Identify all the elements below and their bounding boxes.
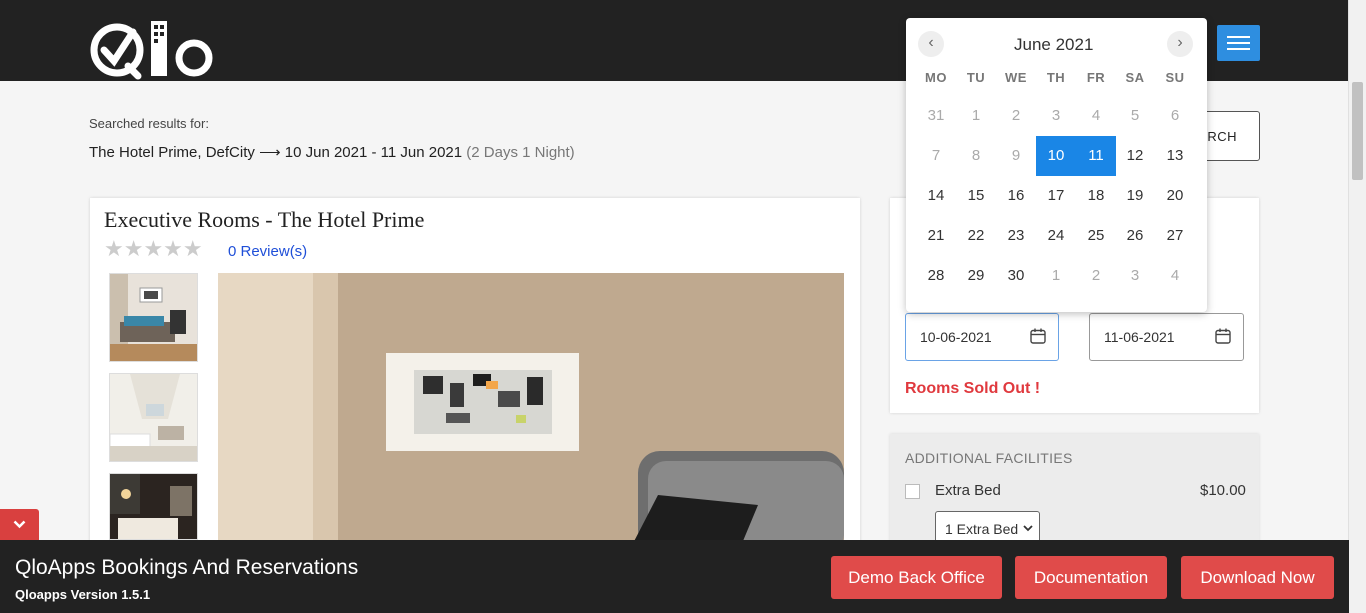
calendar-day[interactable]: 3 bbox=[1115, 256, 1155, 296]
calendar-day[interactable]: 4 bbox=[1076, 96, 1116, 136]
calendar-day[interactable]: 1 bbox=[1036, 256, 1076, 296]
calendar-day[interactable]: 15 bbox=[956, 176, 996, 216]
calendar-day[interactable]: 2 bbox=[996, 96, 1036, 136]
calendar-day[interactable]: 22 bbox=[956, 216, 996, 256]
calendar-day[interactable]: 29 bbox=[956, 256, 996, 296]
calendar-day[interactable]: 6 bbox=[1155, 96, 1195, 136]
calendar-day[interactable]: 18 bbox=[1076, 176, 1116, 216]
extra-bed-label: Extra Bed bbox=[935, 482, 1001, 499]
weekday-header: TU bbox=[966, 70, 986, 85]
weekday-header: WE bbox=[1005, 70, 1027, 85]
calendar-day[interactable]: 26 bbox=[1115, 216, 1155, 256]
calendar-day[interactable]: 27 bbox=[1155, 216, 1195, 256]
calendar-day[interactable]: 2 bbox=[1076, 256, 1116, 296]
calendar-day[interactable]: 12 bbox=[1115, 136, 1155, 176]
calendar-day[interactable]: 21 bbox=[916, 216, 956, 256]
search-hotel: The Hotel Prime, DefCity bbox=[89, 144, 255, 161]
weekday-header: FR bbox=[1086, 70, 1106, 85]
calendar-day[interactable]: 1 bbox=[956, 96, 996, 136]
calendar-day[interactable]: 5 bbox=[1115, 96, 1155, 136]
reviews-link[interactable]: 0 Review(s) bbox=[228, 243, 307, 260]
calendar-day[interactable]: 24 bbox=[1036, 216, 1076, 256]
search-dates: 10 Jun 2021 - 11 Jun 2021 bbox=[284, 144, 463, 161]
arrow-icon: ⟶ bbox=[259, 144, 281, 161]
calendar-day[interactable]: 16 bbox=[996, 176, 1036, 216]
calendar-day[interactable]: 7 bbox=[916, 136, 956, 176]
rating-stars: ★★★★★ bbox=[104, 236, 203, 261]
qlo-logo[interactable] bbox=[88, 18, 218, 80]
check-in-date-field[interactable]: 10-06-2021 bbox=[905, 313, 1059, 361]
footer-version: Qloapps Version 1.5.1 bbox=[15, 587, 151, 602]
extra-bed-price: $10.00 bbox=[1200, 482, 1246, 499]
download-now-button[interactable]: Download Now bbox=[1181, 556, 1334, 599]
calendar-day[interactable]: 20 bbox=[1155, 176, 1195, 216]
weekday-header: TH bbox=[1046, 70, 1066, 85]
calendar-day[interactable]: 25 bbox=[1076, 216, 1116, 256]
weekday-header: SA bbox=[1125, 70, 1145, 85]
calendar-day[interactable]: 8 bbox=[956, 136, 996, 176]
demo-back-office-button[interactable]: Demo Back Office bbox=[831, 556, 1002, 599]
scrollbar-thumb[interactable] bbox=[1352, 82, 1363, 180]
collapse-footer-button[interactable] bbox=[0, 509, 39, 540]
calendar-day[interactable]: 17 bbox=[1036, 176, 1076, 216]
facilities-title: ADDITIONAL FACILITIES bbox=[905, 450, 1073, 466]
calendar-day[interactable]: 4 bbox=[1155, 256, 1195, 296]
menu-toggle-button[interactable] bbox=[1217, 25, 1260, 61]
calendar-icon bbox=[1030, 328, 1046, 344]
search-summary: The Hotel Prime, DefCity ⟶ 10 Jun 2021 -… bbox=[89, 143, 575, 161]
footer-title: QloApps Bookings And Reservations bbox=[15, 556, 359, 579]
page-scrollbar[interactable] bbox=[1348, 0, 1366, 613]
room-title: Executive Rooms - The Hotel Prime bbox=[104, 207, 425, 232]
calendar-day[interactable]: 23 bbox=[996, 216, 1036, 256]
room-thumbnail-2[interactable] bbox=[109, 373, 198, 462]
chevron-down-icon bbox=[1023, 525, 1033, 532]
sold-out-status: Rooms Sold Out ! bbox=[905, 380, 1041, 397]
hamburger-icon bbox=[1227, 36, 1250, 38]
next-month-button[interactable]: › bbox=[1167, 31, 1193, 57]
prev-month-button[interactable]: ‹ bbox=[918, 31, 944, 57]
room-thumbnail-1[interactable] bbox=[109, 273, 198, 362]
weekday-header: SU bbox=[1165, 70, 1185, 85]
check-out-date-field[interactable]: 11-06-2021 bbox=[1089, 313, 1244, 361]
calendar-day[interactable]: 28 bbox=[916, 256, 956, 296]
weekday-header: MO bbox=[925, 70, 947, 85]
calendar-day[interactable]: 11 bbox=[1076, 136, 1116, 176]
calendar-icon bbox=[1215, 328, 1231, 344]
room-thumbnail-3[interactable] bbox=[109, 473, 198, 540]
room-main-photo[interactable] bbox=[218, 273, 844, 553]
calendar-day[interactable]: 19 bbox=[1115, 176, 1155, 216]
calendar-day[interactable]: 13 bbox=[1155, 136, 1195, 176]
calendar-day[interactable]: 31 bbox=[916, 96, 956, 136]
calendar-day[interactable]: 9 bbox=[996, 136, 1036, 176]
search-results-label: Searched results for: bbox=[89, 116, 209, 131]
calendar-day[interactable]: 14 bbox=[916, 176, 956, 216]
documentation-button[interactable]: Documentation bbox=[1015, 556, 1167, 599]
extra-bed-checkbox[interactable] bbox=[905, 484, 920, 499]
calendar-month-label: June 2021 bbox=[1014, 35, 1094, 54]
calendar-day[interactable]: 30 bbox=[996, 256, 1036, 296]
calendar-day[interactable]: 3 bbox=[1036, 96, 1076, 136]
calendar-day[interactable]: 10 bbox=[1036, 136, 1076, 176]
search-duration: (2 Days 1 Night) bbox=[466, 144, 575, 161]
chevron-down-icon bbox=[13, 520, 26, 529]
